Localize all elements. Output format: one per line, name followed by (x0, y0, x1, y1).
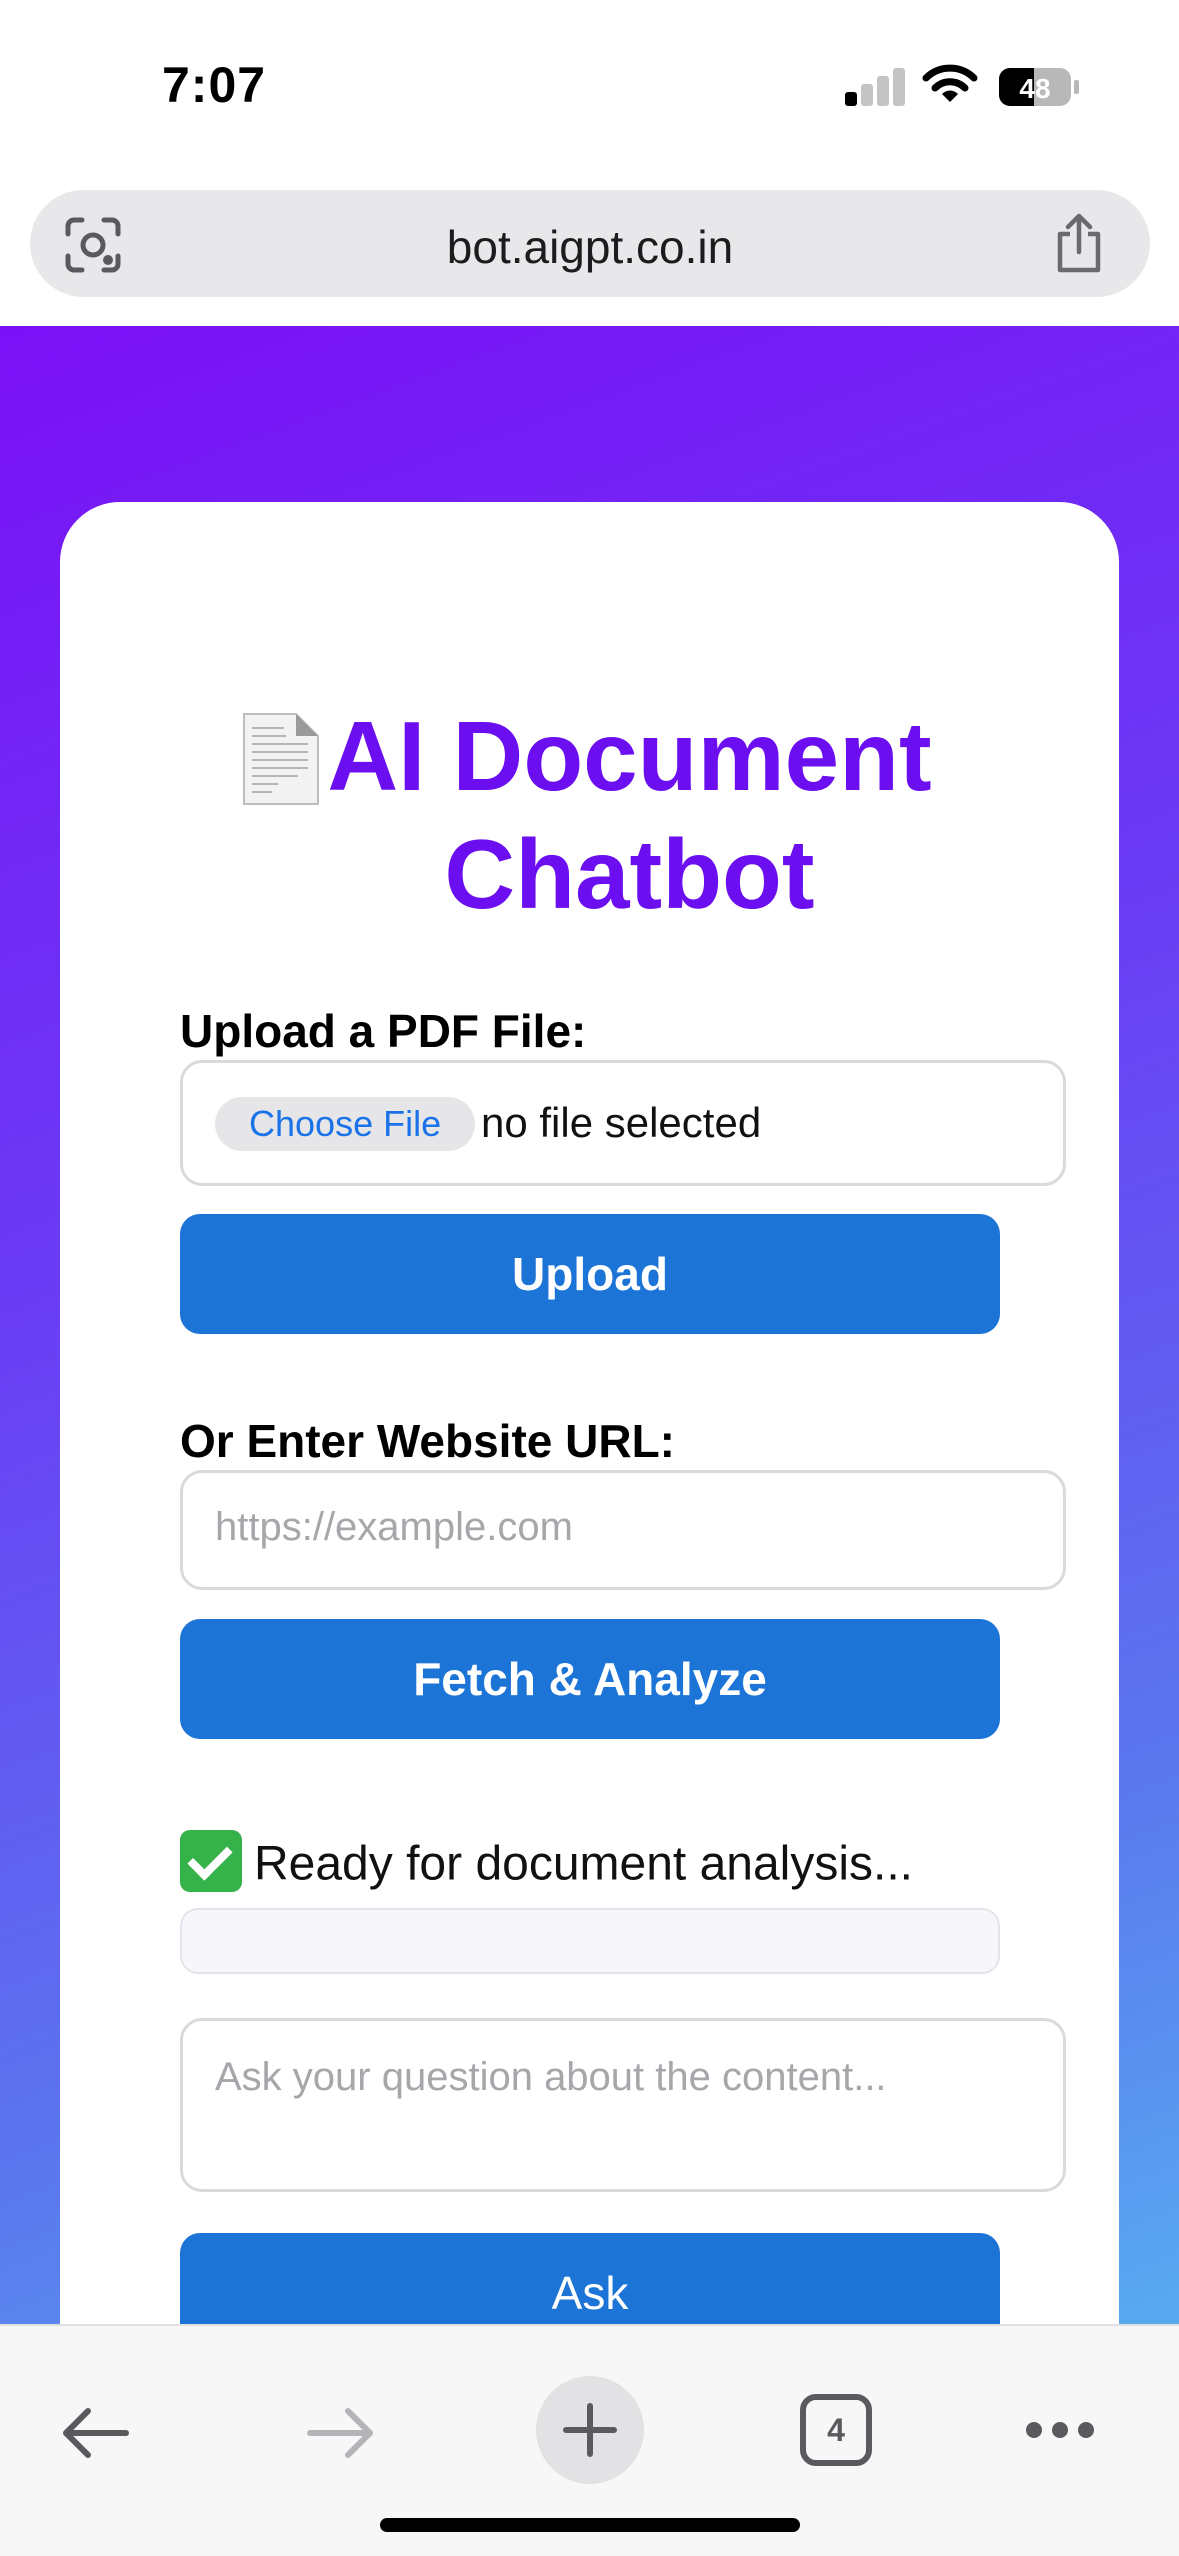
cellular-signal-icon (845, 66, 907, 106)
checkmark-icon (180, 1830, 242, 1892)
status-bar: 7:07 48 (0, 0, 1179, 170)
page-title: AI Document Chatbot (327, 701, 932, 929)
new-tab-button[interactable] (536, 2376, 644, 2484)
tabs-icon[interactable]: 4 (800, 2394, 872, 2466)
address-bar[interactable]: bot.aigpt.co.in (30, 190, 1150, 297)
browser-address-area: bot.aigpt.co.in (0, 170, 1179, 326)
fetch-analyze-button[interactable]: Fetch & Analyze (180, 1619, 1000, 1739)
file-status-text: no file selected (481, 1099, 762, 1146)
status-message: Ready for document analysis... (180, 1830, 913, 1898)
wifi-icon (922, 64, 978, 102)
page-background: AI Document Chatbot Upload a PDF File: C… (0, 326, 1179, 2326)
back-arrow-icon[interactable] (58, 2406, 130, 2460)
url-label: Or Enter Website URL: (180, 1415, 675, 1467)
battery-icon: 48 (999, 68, 1079, 106)
choose-file-button[interactable]: Choose File (215, 1097, 476, 1151)
question-input[interactable]: Ask your question about the content... (180, 2018, 1066, 2192)
response-output-box (180, 1908, 1000, 1974)
home-indicator (380, 2518, 800, 2532)
more-icon[interactable] (1024, 2418, 1096, 2442)
website-url-input[interactable]: https://example.com (180, 1470, 1066, 1590)
url-text[interactable]: bot.aigpt.co.in (30, 220, 1150, 274)
battery-level: 48 (1019, 73, 1050, 104)
status-time: 7:07 (162, 57, 267, 113)
file-input[interactable]: Choose File no file selected (180, 1060, 1066, 1186)
url-placeholder: https://example.com (215, 1505, 573, 1549)
status-text: Ready for document analysis... (254, 1837, 913, 1891)
plus-icon (563, 2403, 617, 2457)
chatbot-card: AI Document Chatbot Upload a PDF File: C… (60, 502, 1119, 2326)
forward-arrow-icon[interactable] (306, 2406, 378, 2460)
upload-button[interactable]: Upload (180, 1214, 1000, 1334)
question-placeholder: Ask your question about the content... (215, 2055, 887, 2099)
upload-label: Upload a PDF File: (180, 1005, 587, 1057)
share-icon[interactable] (1052, 212, 1106, 274)
title-container: AI Document Chatbot (60, 697, 1119, 933)
ask-button[interactable]: Ask (180, 2233, 1000, 2326)
